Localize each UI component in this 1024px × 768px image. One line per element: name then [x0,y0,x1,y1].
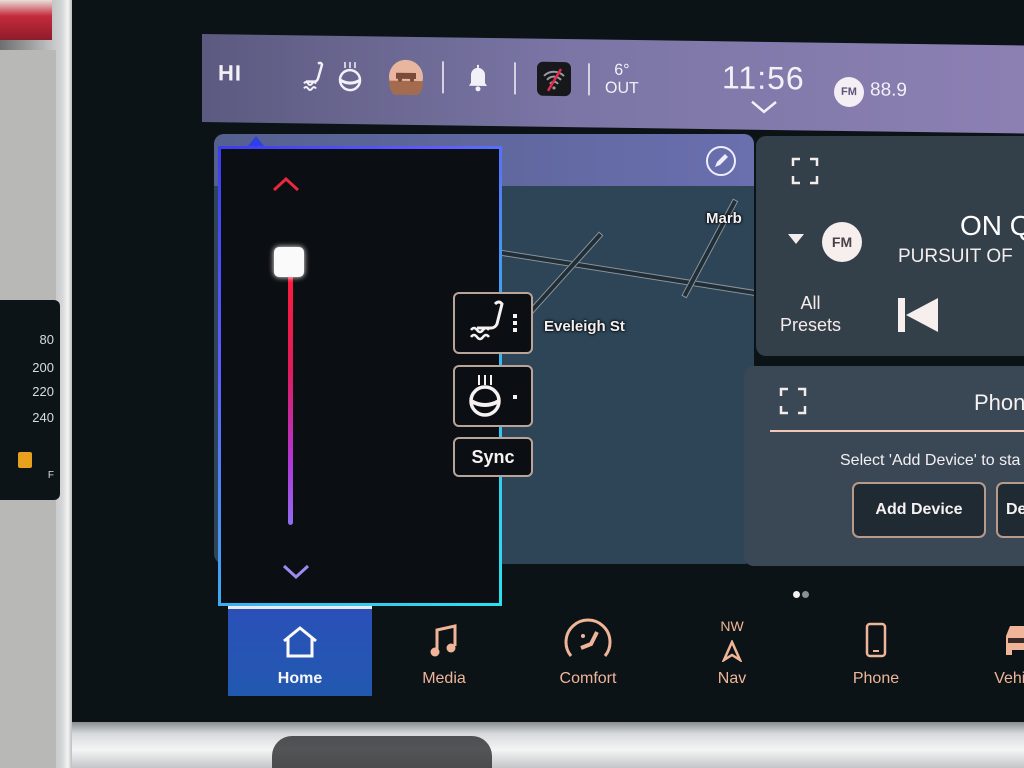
presets-label: All [800,293,821,313]
nav-media[interactable]: Media [372,606,516,696]
bottom-nav: Home Media Comfort NW Nav Phone Vehi [228,606,1024,698]
divider [770,430,1024,432]
driver-greeting[interactable]: HI [218,60,242,86]
radio-band-badge[interactable]: FM [822,222,862,262]
page-dot-active[interactable] [793,591,800,598]
nav-label: Vehicle [994,670,1024,687]
heat-level-slider-thumb[interactable] [274,247,304,278]
nav-comfort[interactable]: Comfort [516,606,660,696]
separator [442,61,444,94]
separator [588,63,590,96]
heat-level-slider-track[interactable] [288,269,293,525]
vehicle-offroad-icon[interactable] [388,59,424,96]
all-presets-button[interactable]: All Presets [780,292,841,336]
heated-seat-popup: Sync [218,146,533,606]
phone-widget-title: Phon [974,390,1024,415]
device-button[interactable]: De [996,482,1024,538]
background-red-object [0,0,52,40]
nav-label: Comfort [559,670,617,687]
smartphone-icon [865,622,887,658]
heated-steering-wheel-icon[interactable] [332,58,368,95]
nav-phone[interactable]: Phone [804,606,948,696]
status-bar: HI 6° OUT 11:56 FM 88.9 [202,34,1024,134]
chevron-down-icon[interactable] [750,100,778,114]
add-device-button[interactable]: Add Device [852,482,986,538]
speed-tick: 80 [39,332,54,347]
speed-tick: 220 [32,384,54,399]
music-note-icon [430,624,457,657]
radio-frequency[interactable]: 88.9 [870,79,907,102]
compass-heading: NW [720,618,744,634]
page-dot[interactable] [802,591,809,598]
separator [514,62,516,95]
temp-value: 6° [614,61,630,79]
heated-steering-wheel-button[interactable] [453,365,533,427]
presets-label: Presets [780,315,842,335]
vehicle-icon [1006,626,1024,655]
chevron-down-icon[interactable] [281,563,311,581]
map-street-label: Eveleigh St [544,318,625,335]
map-street-label: Marb [706,210,742,227]
nav-label: Nav [717,670,747,687]
phone-message: Select 'Add Device' to sta [840,452,1021,469]
comfort-seat-icon [564,618,612,657]
heated-steering-wheel-icon [469,375,517,417]
screen-bottom-chrome [72,722,1024,768]
nav-label: Media [422,670,466,687]
notification-bell-icon[interactable] [460,60,496,97]
sync-button[interactable]: Sync [453,437,533,477]
expand-icon[interactable] [778,386,808,416]
heated-seat-icon [470,300,517,341]
band-dropdown-icon[interactable] [788,234,804,244]
speed-tick: 200 [32,360,54,375]
speed-tick: 240 [32,410,54,425]
nav-vehicle[interactable]: Vehicle [948,606,1024,696]
reflection [272,736,492,768]
skip-previous-icon[interactable] [896,296,940,334]
temp-label: OUT [605,79,639,98]
station-title: ON Q [960,210,1024,241]
nav-home[interactable]: Home [228,606,372,696]
nav-navigation[interactable]: NW Nav [660,606,804,696]
outside-temperature[interactable]: 6° OUT [605,62,639,98]
fuel-icon [18,452,32,468]
phone-widget[interactable]: Phon Select 'Add Device' to sta Add Devi… [744,366,1024,566]
radio-widget[interactable]: FM ON Q PURSUIT OF All Presets [756,136,1024,356]
infotainment-screen: HI 6° OUT 11:56 FM 88.9 Marb Eveleigh St… [72,0,1024,722]
popup-pointer [248,136,264,146]
page-indicator[interactable] [793,585,811,603]
clock: 11:56 [722,59,805,97]
wifi-disabled-icon[interactable] [536,61,572,98]
nav-label: Phone [852,670,900,687]
chevron-up-icon[interactable] [271,175,301,193]
expand-icon[interactable] [790,156,820,186]
edit-pencil-icon[interactable] [706,146,736,176]
heated-seat-button[interactable] [453,292,533,354]
fuel-full-marker: F [47,470,54,481]
instrument-cluster: 80 200 220 240 F [0,300,60,500]
heated-seat-icon[interactable] [296,57,332,94]
home-icon [283,626,317,658]
radio-band-badge[interactable]: FM [834,76,864,108]
navigation-arrow-icon [722,640,742,662]
station-subtitle: PURSUIT OF [898,246,1013,267]
nav-label: Home [277,670,323,687]
